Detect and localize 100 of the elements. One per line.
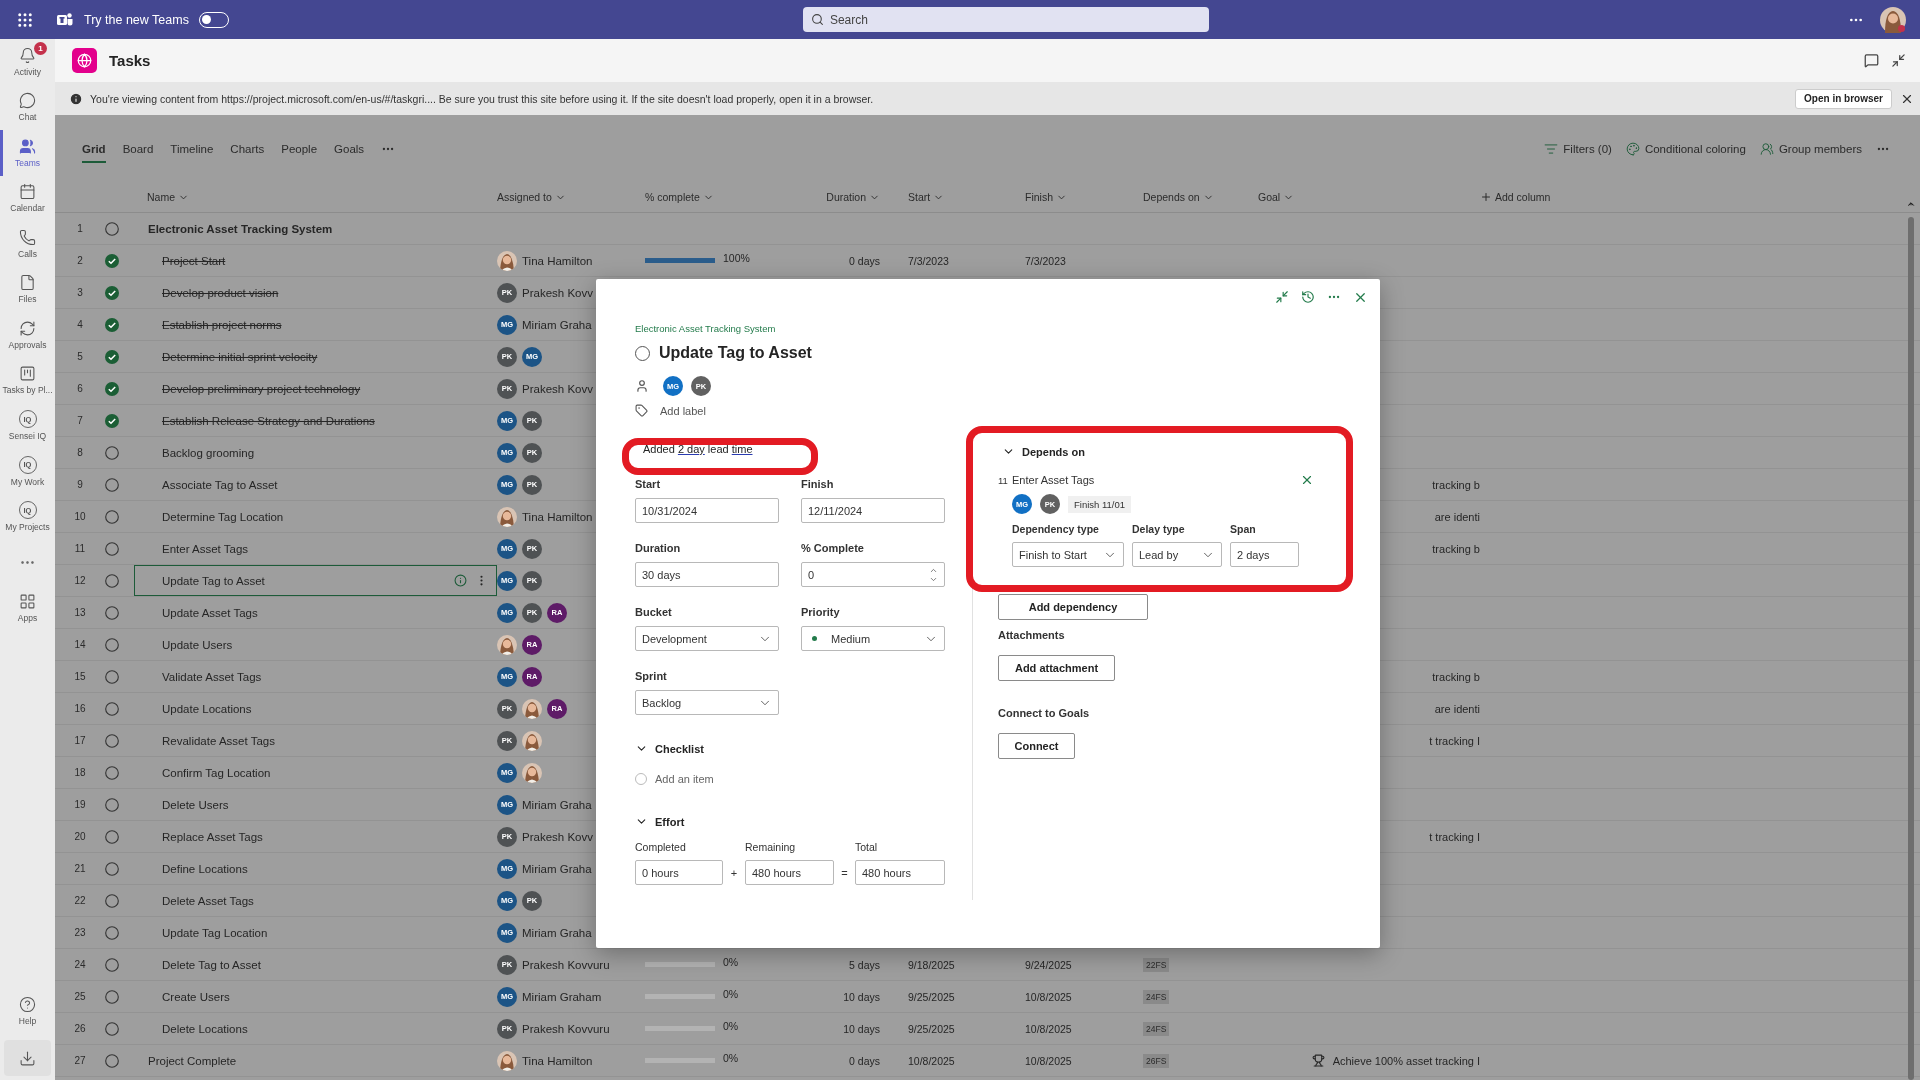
task-row[interactable]: 2 Project Start Tina Hamilton 100% 0 days 7/3/2023 7/3/2023 (55, 245, 1920, 277)
remaining-hours-field[interactable]: 480 hours (745, 860, 834, 885)
name-cell[interactable]: Establish project norms (134, 309, 497, 340)
completed-check-icon[interactable] (105, 253, 119, 268)
task-circle-icon[interactable] (105, 861, 119, 876)
text-field[interactable]: 30 days (635, 562, 779, 587)
task-circle-icon[interactable] (105, 989, 119, 1004)
column-header[interactable]: Finish (1025, 191, 1143, 203)
name-cell[interactable]: Electronic Asset Tracking System (134, 213, 497, 244)
task-circle-icon[interactable] (105, 669, 119, 684)
collapse-icon[interactable] (1275, 290, 1289, 304)
view-tab[interactable]: Goals (334, 134, 365, 163)
scroll-up-icon[interactable] (1906, 199, 1916, 209)
total-hours-field[interactable]: 480 hours (855, 860, 945, 885)
nav-item[interactable]: Activity 1 (0, 39, 55, 85)
nav-item[interactable]: Chat (0, 84, 55, 130)
text-field[interactable]: 12/11/2024 (801, 498, 945, 523)
completed-check-icon[interactable] (105, 381, 119, 396)
column-header[interactable]: % complete (645, 191, 800, 203)
profile-avatar[interactable] (1880, 6, 1906, 33)
name-cell[interactable]: Update Tag Location (134, 917, 497, 948)
column-header[interactable]: Start (880, 191, 1025, 203)
nav-item[interactable]: Calendar (0, 175, 55, 221)
app-launcher-icon[interactable] (16, 10, 34, 29)
view-tab[interactable]: Charts (230, 134, 265, 163)
task-circle-icon[interactable] (105, 701, 119, 716)
priority-select[interactable]: Medium (801, 626, 945, 651)
help-item[interactable]: Help (0, 988, 55, 1034)
name-cell[interactable]: Update Asset Tags (134, 597, 497, 628)
checklist-header[interactable]: Checklist (635, 742, 704, 755)
scrollbar[interactable] (1906, 199, 1916, 1080)
remove-icon[interactable] (1300, 473, 1314, 487)
nav-item[interactable]: Files (0, 266, 55, 312)
name-cell[interactable]: Associate Tag to Asset (134, 469, 497, 500)
nav-item[interactable]: Apps (0, 585, 55, 631)
column-header[interactable]: Duration (800, 191, 880, 203)
view-tab[interactable]: Grid (82, 134, 106, 163)
name-cell[interactable]: Delete Tag to Asset (134, 949, 497, 980)
completed-check-icon[interactable] (105, 413, 119, 428)
view-tab[interactable]: Timeline (170, 134, 214, 163)
search-field[interactable]: Search (802, 7, 1209, 32)
task-circle-icon[interactable] (105, 1053, 119, 1068)
assign-person-icon[interactable] (635, 379, 649, 393)
name-cell[interactable]: Determine initial sprint velocity (134, 341, 497, 372)
name-cell[interactable]: Delete Locations (134, 1013, 497, 1044)
connect-button[interactable]: Connect (998, 733, 1075, 759)
nav-item[interactable]: Tasks by Pl... (0, 357, 55, 403)
name-cell[interactable]: Backlog grooming (134, 437, 497, 468)
name-cell[interactable]: Develop preliminary project technology (134, 373, 497, 404)
task-circle-icon[interactable] (105, 925, 119, 940)
toolbar-button[interactable]: Group members (1759, 141, 1862, 156)
link[interactable]: 2 day (677, 443, 705, 455)
task-circle-icon[interactable] (105, 1021, 119, 1036)
column-header[interactable]: Name (134, 191, 497, 203)
add-attachment-button[interactable]: Add attachment (998, 655, 1115, 681)
add-item-field[interactable]: Add an item (635, 773, 714, 785)
add-label-link[interactable]: Add label (660, 404, 706, 417)
task-circle-icon[interactable] (105, 957, 119, 972)
view-tab[interactable]: Board (122, 134, 154, 163)
completed-hours-field[interactable]: 0 hours (635, 860, 723, 885)
task-circle-icon[interactable] (105, 509, 119, 524)
name-cell[interactable]: Update Users (134, 629, 497, 660)
completed-check-icon[interactable] (105, 317, 119, 332)
toolbar-button[interactable]: Conditional coloring (1625, 141, 1746, 156)
view-tab[interactable]: People (281, 134, 318, 163)
project-link[interactable]: Electronic Asset Tracking System (635, 323, 776, 335)
nav-item[interactable]: Approvals (0, 312, 55, 358)
name-cell[interactable]: Delete Asset Tags (134, 885, 497, 916)
column-header[interactable]: Depends on (1143, 191, 1258, 203)
task-circle-icon[interactable] (105, 765, 119, 780)
task-circle-icon[interactable] (105, 637, 119, 652)
column-header[interactable]: Goal (1258, 191, 1480, 203)
history-icon[interactable] (1301, 290, 1315, 304)
completed-check-icon[interactable] (105, 285, 119, 300)
name-cell[interactable]: Validate Asset Tags (134, 661, 497, 692)
add-dependency-button[interactable]: Add dependency (998, 594, 1148, 620)
delay-type-select[interactable]: Lead by (1132, 542, 1222, 567)
task-row[interactable]: 27 Project Complete Tina Hamilton 0% 0 days 10/8/2025 10/8/2025 26FS Achieve 100% asset tracking I (55, 1045, 1920, 1077)
name-cell[interactable]: Project Complete (134, 1045, 497, 1076)
select-field[interactable]: Development (635, 626, 779, 651)
add-column-button[interactable]: Add column (1480, 191, 1920, 203)
task-circle-icon[interactable] (105, 797, 119, 812)
column-header[interactable]: Assigned to (497, 191, 645, 203)
name-cell[interactable]: Define Locations (134, 853, 497, 884)
text-field[interactable]: 10/31/2024 (635, 498, 779, 523)
task-row[interactable]: 1 Electronic Asset Tracking System (55, 213, 1920, 245)
task-circle-icon[interactable] (105, 445, 119, 460)
task-circle-icon[interactable] (105, 477, 119, 492)
number-field[interactable]: 0 (801, 562, 945, 587)
collapse-icon[interactable] (1891, 53, 1906, 68)
span-field[interactable]: 2 days (1230, 542, 1299, 567)
task-circle-icon[interactable] (105, 733, 119, 748)
name-cell[interactable]: Replace Asset Tags (134, 821, 497, 852)
name-cell[interactable]: Determine Tag Location (134, 501, 497, 532)
download-button[interactable] (4, 1040, 51, 1076)
name-cell[interactable]: Revalidate Asset Tags (134, 725, 497, 756)
name-cell[interactable]: Enter Asset Tags (134, 533, 497, 564)
name-cell[interactable]: Update Locations (134, 693, 497, 724)
open-in-browser-button[interactable]: Open in browser (1795, 88, 1892, 109)
name-cell[interactable]: Confirm Tag Location (134, 757, 497, 788)
